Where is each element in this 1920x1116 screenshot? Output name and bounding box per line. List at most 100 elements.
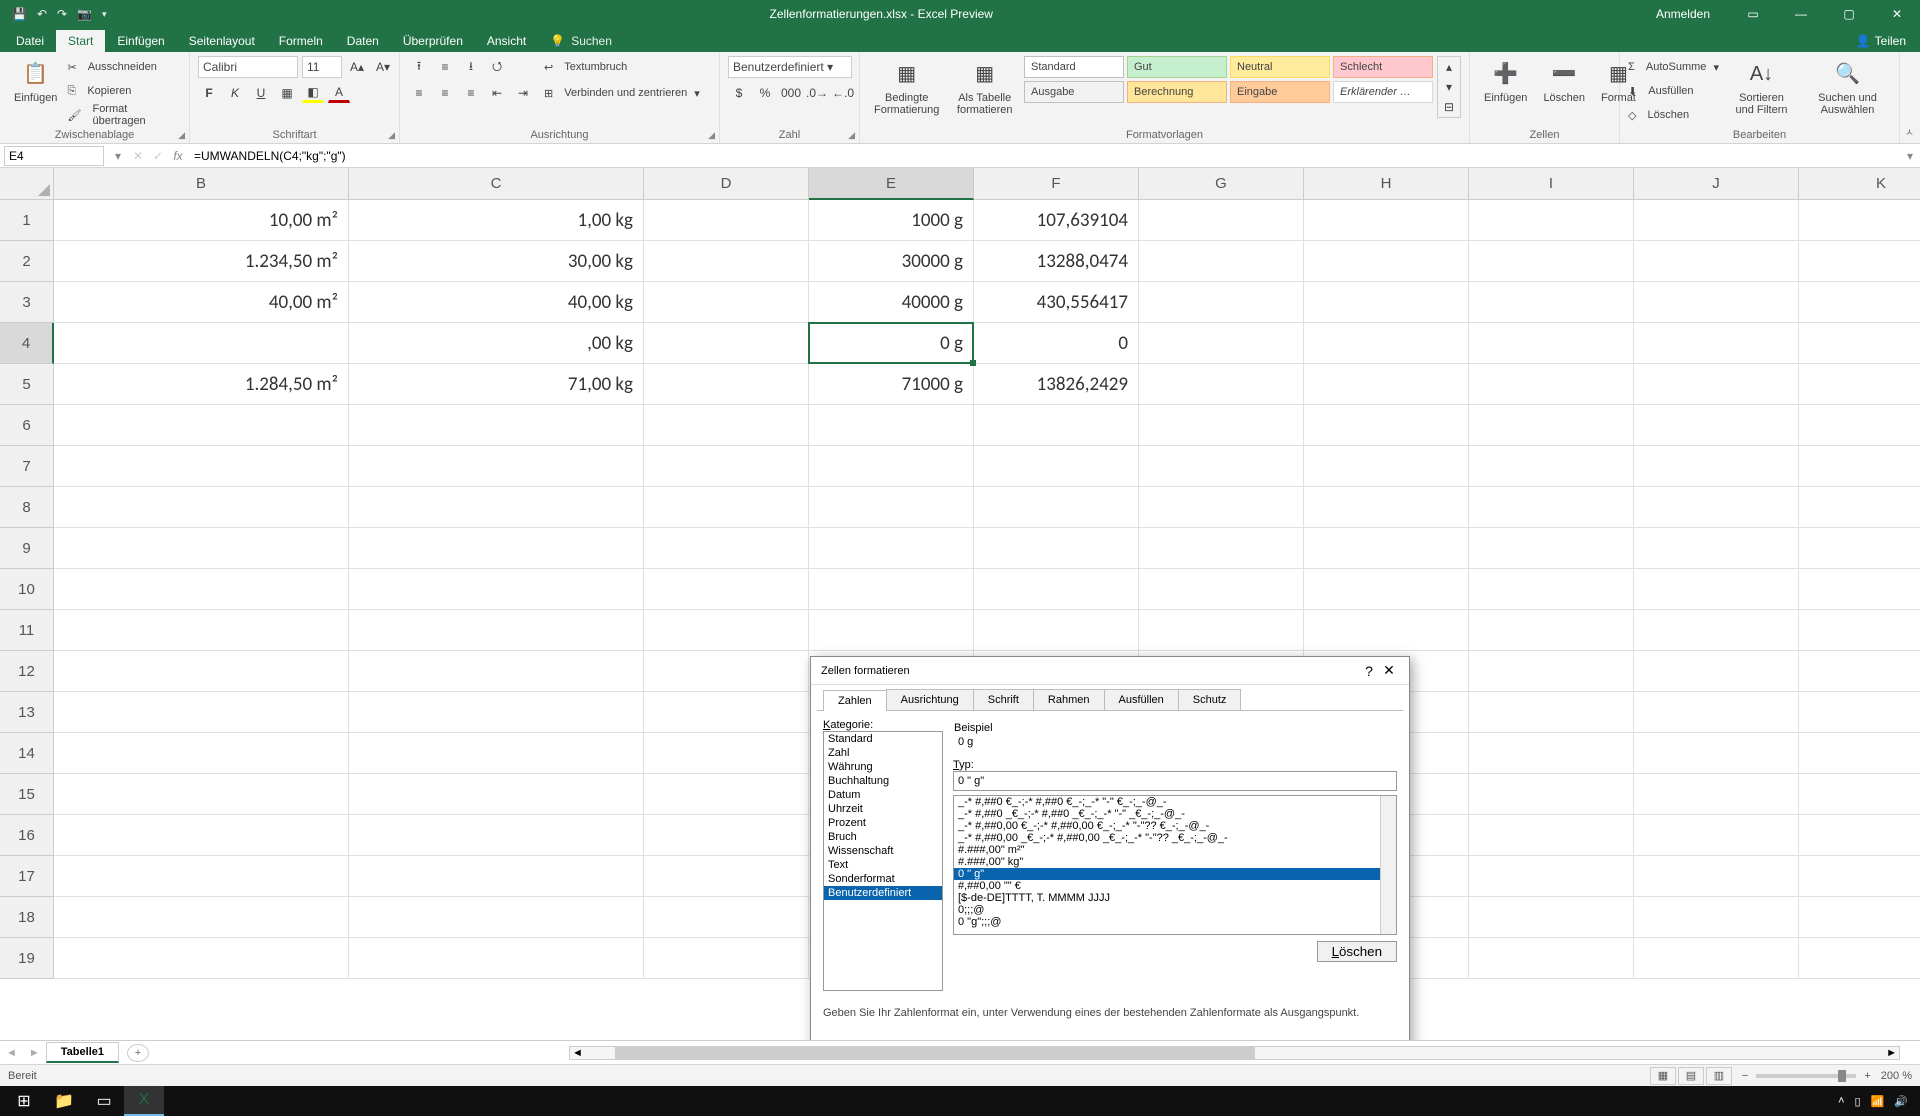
cell[interactable] xyxy=(1469,774,1634,815)
close-icon[interactable]: ✕ xyxy=(1874,0,1920,28)
cell[interactable] xyxy=(54,446,349,487)
col-header-K[interactable]: K xyxy=(1799,168,1920,200)
cell[interactable] xyxy=(1634,938,1799,979)
accounting-icon[interactable]: $ xyxy=(728,83,750,103)
zoom-slider[interactable] xyxy=(1756,1074,1856,1078)
align-bottom-icon[interactable]: ⭳ xyxy=(460,57,482,77)
cell[interactable] xyxy=(1634,733,1799,774)
cell[interactable] xyxy=(644,487,809,528)
styles-more-icon[interactable]: ⊟ xyxy=(1438,97,1460,117)
cell[interactable] xyxy=(349,610,644,651)
cell[interactable] xyxy=(809,528,974,569)
delete-format-button[interactable]: Löschen xyxy=(1317,941,1397,962)
cell[interactable] xyxy=(974,487,1139,528)
autosum-button[interactable]: Σ AutoSumme ▾ xyxy=(1628,56,1719,78)
row-header-15[interactable]: 15 xyxy=(0,774,54,815)
excel-taskbar-icon[interactable]: X xyxy=(124,1086,164,1116)
cell[interactable] xyxy=(1799,364,1920,405)
cell[interactable] xyxy=(1469,528,1634,569)
expand-formula-icon[interactable]: ▾ xyxy=(1900,149,1920,163)
cell[interactable] xyxy=(644,938,809,979)
row-header-4[interactable]: 4 xyxy=(0,323,54,364)
wrap-text-button[interactable]: ↩ Textumbruch xyxy=(544,56,700,78)
cell[interactable] xyxy=(1799,282,1920,323)
namebox-dropdown-icon[interactable]: ▾ xyxy=(108,149,128,163)
cell[interactable] xyxy=(349,815,644,856)
horizontal-scrollbar[interactable]: ◄► xyxy=(569,1046,1900,1060)
cell[interactable] xyxy=(1634,815,1799,856)
cell[interactable] xyxy=(1799,446,1920,487)
cell[interactable] xyxy=(54,610,349,651)
type-list-item[interactable]: 0 "g";;;@ xyxy=(954,916,1396,928)
cell[interactable] xyxy=(1304,323,1469,364)
page-layout-view-icon[interactable]: ▤ xyxy=(1678,1067,1704,1085)
row-header-19[interactable]: 19 xyxy=(0,938,54,979)
cell[interactable] xyxy=(1139,569,1304,610)
comma-icon[interactable]: 000 xyxy=(780,83,802,103)
cell[interactable] xyxy=(54,323,349,364)
cell[interactable] xyxy=(644,897,809,938)
ribbon-tab-daten[interactable]: Daten xyxy=(335,30,391,52)
insert-cells-button[interactable]: ➕Einfügen xyxy=(1478,56,1533,106)
ribbon-tab-formeln[interactable]: Formeln xyxy=(267,30,335,52)
category-item[interactable]: Buchhaltung xyxy=(824,774,942,788)
tell-me[interactable]: 💡 Suchen xyxy=(538,30,624,52)
maximize-icon[interactable]: ▢ xyxy=(1826,0,1872,28)
cell[interactable] xyxy=(809,610,974,651)
cell-style-neutral[interactable]: Neutral xyxy=(1230,56,1330,78)
cell[interactable] xyxy=(644,364,809,405)
cell[interactable] xyxy=(1634,241,1799,282)
undo-icon[interactable]: ↶ xyxy=(37,7,47,21)
row-header-18[interactable]: 18 xyxy=(0,897,54,938)
cell[interactable] xyxy=(1634,856,1799,897)
ribbon-tab-ansicht[interactable]: Ansicht xyxy=(475,30,538,52)
dialog-tab-schrift[interactable]: Schrift xyxy=(973,689,1034,710)
cell[interactable] xyxy=(1634,323,1799,364)
cell[interactable] xyxy=(349,856,644,897)
cell[interactable] xyxy=(1799,692,1920,733)
cell[interactable] xyxy=(1469,569,1634,610)
cell[interactable] xyxy=(809,569,974,610)
cell[interactable] xyxy=(1304,569,1469,610)
cell[interactable] xyxy=(1469,815,1634,856)
cell[interactable] xyxy=(349,446,644,487)
tab-nav-prev-icon[interactable]: ◄ xyxy=(0,1047,23,1059)
category-item[interactable]: Text xyxy=(824,858,942,872)
dialog-launcher-icon[interactable]: ◢ xyxy=(178,130,185,141)
category-item[interactable]: Standard xyxy=(824,732,942,746)
tab-nav-next-icon[interactable]: ► xyxy=(23,1047,46,1059)
col-header-C[interactable]: C xyxy=(349,168,644,200)
cell[interactable] xyxy=(644,856,809,897)
type-list-item[interactable]: _-* #,##0,00 €_-;-* #,##0,00 €_-;_-* "-"… xyxy=(954,820,1396,832)
col-header-J[interactable]: J xyxy=(1634,168,1799,200)
type-list-item[interactable]: #,##0,00 "" € xyxy=(954,880,1396,892)
cell[interactable] xyxy=(1139,405,1304,446)
cell[interactable] xyxy=(1304,241,1469,282)
dialog-launcher-icon[interactable]: ◢ xyxy=(388,130,395,141)
cell[interactable] xyxy=(1634,569,1799,610)
enter-formula-icon[interactable]: ✓ xyxy=(148,149,168,163)
border-button[interactable]: ▦ xyxy=(276,83,298,103)
decrease-decimal-icon[interactable]: ←.0 xyxy=(832,83,854,103)
cell[interactable] xyxy=(1799,487,1920,528)
font-name-dropdown[interactable]: Calibri xyxy=(198,56,298,78)
row-header-13[interactable]: 13 xyxy=(0,692,54,733)
cell[interactable] xyxy=(974,528,1139,569)
cell[interactable] xyxy=(1799,528,1920,569)
increase-decimal-icon[interactable]: .0→ xyxy=(806,83,828,103)
cell[interactable] xyxy=(1469,405,1634,446)
ribbon-tab-seitenlayout[interactable]: Seitenlayout xyxy=(177,30,267,52)
dialog-tab-ausfüllen[interactable]: Ausfüllen xyxy=(1104,689,1179,710)
cell[interactable]: 1.284,50 m² xyxy=(54,364,349,405)
cell[interactable] xyxy=(644,282,809,323)
ribbon-tab-datei[interactable]: Datei xyxy=(4,30,56,52)
type-list[interactable]: _-* #,##0 €_-;-* #,##0 €_-;_-* "-" €_-;_… xyxy=(953,795,1397,935)
dialog-tab-schutz[interactable]: Schutz xyxy=(1178,689,1242,710)
type-list-item[interactable]: 0;;;@ xyxy=(954,904,1396,916)
cell[interactable] xyxy=(1304,446,1469,487)
cell[interactable] xyxy=(644,323,809,364)
add-sheet-button[interactable]: + xyxy=(127,1044,149,1062)
copy-button[interactable]: ⎘ Kopieren xyxy=(67,80,181,102)
cell[interactable] xyxy=(644,446,809,487)
type-list-item[interactable]: 0 " g" xyxy=(954,868,1396,880)
